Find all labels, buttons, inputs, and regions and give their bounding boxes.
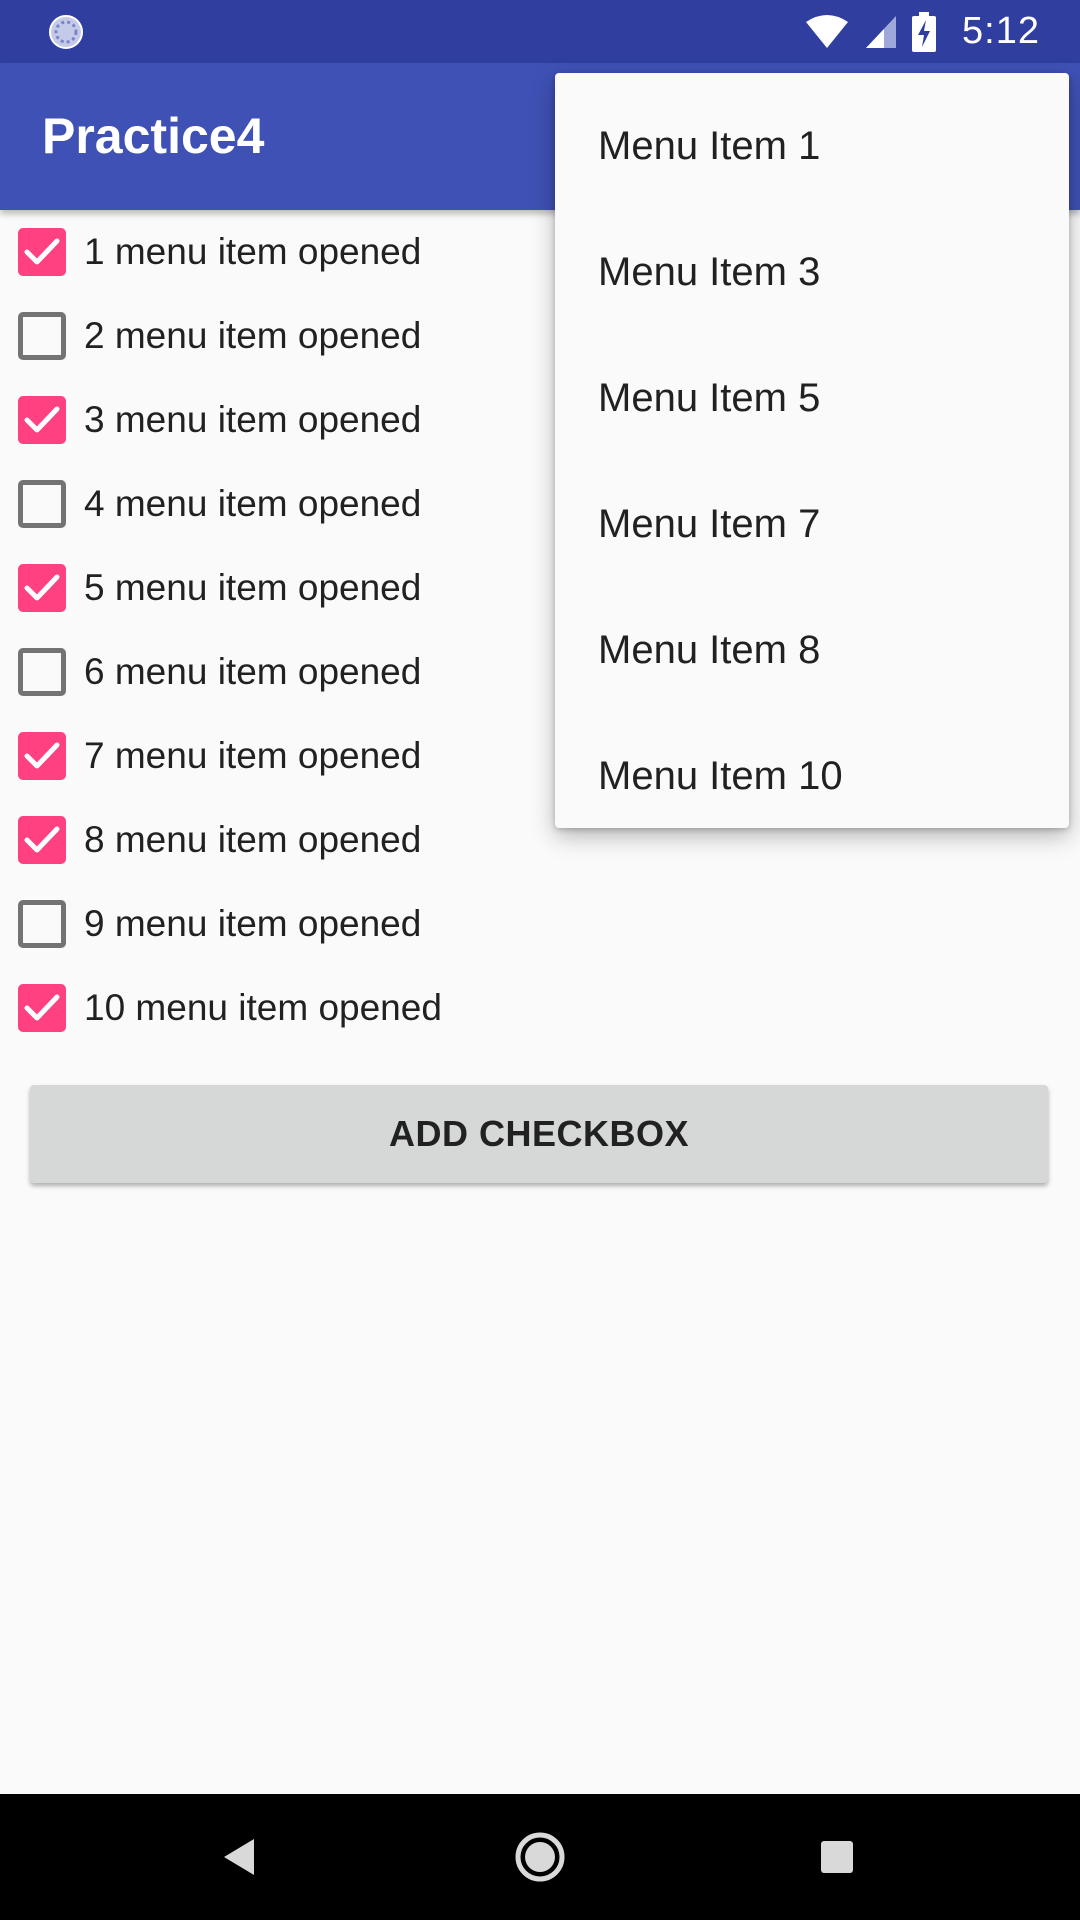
back-icon (224, 1839, 254, 1875)
menu-item-label: Menu Item 1 (598, 123, 821, 168)
check-icon (24, 994, 60, 1021)
checkbox-label: 1 menu item opened (84, 231, 422, 272)
checkbox[interactable] (18, 816, 66, 864)
check-icon (24, 742, 60, 769)
checkbox-row[interactable]: 10 menu item opened (0, 966, 560, 1050)
checkbox[interactable] (18, 984, 66, 1032)
menu-item[interactable]: Menu Item 7 (555, 461, 1069, 587)
check-icon (24, 826, 60, 853)
menu-item-label: Menu Item 3 (598, 249, 821, 294)
checkbox-row[interactable]: 9 menu item opened (0, 882, 560, 966)
menu-item[interactable]: Menu Item 8 (555, 587, 1069, 713)
menu-item[interactable]: Menu Item 3 (555, 209, 1069, 335)
check-icon (24, 238, 60, 265)
menu-item-label: Menu Item 8 (598, 627, 821, 672)
sync-circle-icon (49, 15, 83, 49)
checkbox-label: 6 menu item opened (84, 651, 422, 692)
overflow-menu: Menu Item 1 Menu Item 3 Menu Item 5 Menu… (555, 73, 1069, 828)
menu-item[interactable]: Menu Item 5 (555, 335, 1069, 461)
checkbox[interactable] (18, 564, 66, 612)
checkbox-row[interactable]: 6 menu item opened (0, 630, 560, 714)
screen: 5:12 Practice4 1 menu item opened 2 menu… (0, 0, 1080, 1920)
menu-item-label: Menu Item 5 (598, 375, 821, 420)
checkbox[interactable] (18, 228, 66, 276)
back-button[interactable] (207, 1824, 273, 1890)
menu-item-label: Menu Item 7 (598, 501, 821, 546)
checkbox-row[interactable]: 2 menu item opened (0, 294, 560, 378)
check-icon (24, 406, 60, 433)
checkbox-label: 9 menu item opened (84, 903, 422, 944)
menu-item[interactable]: Menu Item 10 (555, 713, 1069, 839)
recents-icon (821, 1841, 853, 1873)
checkbox[interactable] (18, 312, 66, 360)
checkbox-label: 7 menu item opened (84, 735, 422, 776)
wifi-icon (806, 14, 849, 48)
checkbox-row[interactable]: 3 menu item opened (0, 378, 560, 462)
checkbox-label: 3 menu item opened (84, 399, 422, 440)
checkbox-row[interactable]: 4 menu item opened (0, 462, 560, 546)
menu-item-label: Menu Item 10 (598, 753, 843, 798)
checkbox-label: 5 menu item opened (84, 567, 422, 608)
status-time: 5:12 (962, 10, 1040, 52)
checkbox[interactable] (18, 900, 66, 948)
checkbox[interactable] (18, 396, 66, 444)
checkbox-label: 2 menu item opened (84, 315, 422, 356)
checkbox[interactable] (18, 648, 66, 696)
checkbox-label: 10 menu item opened (84, 987, 442, 1028)
add-checkbox-button[interactable]: ADD CHECKBOX (30, 1085, 1048, 1183)
check-icon (24, 574, 60, 601)
app-title: Practice4 (42, 108, 265, 164)
status-bar: 5:12 (0, 0, 1080, 63)
checkbox[interactable] (18, 732, 66, 780)
cell-signal-icon (866, 15, 897, 48)
checkbox-row[interactable]: 8 menu item opened (0, 798, 560, 882)
nav-bar (0, 1794, 1080, 1920)
home-icon (515, 1832, 565, 1882)
checkbox-row[interactable]: 1 menu item opened (0, 210, 560, 294)
checkbox[interactable] (18, 480, 66, 528)
recents-button[interactable] (804, 1824, 870, 1890)
status-icons: 5:12 (804, 0, 1040, 63)
checkbox-label: 8 menu item opened (84, 819, 422, 860)
menu-item[interactable]: Menu Item 1 (555, 83, 1069, 209)
checkbox-row[interactable]: 7 menu item opened (0, 714, 560, 798)
home-button[interactable] (507, 1824, 573, 1890)
checkbox-label: 4 menu item opened (84, 483, 422, 524)
checkbox-row[interactable]: 5 menu item opened (0, 546, 560, 630)
battery-charging-icon (912, 11, 937, 52)
